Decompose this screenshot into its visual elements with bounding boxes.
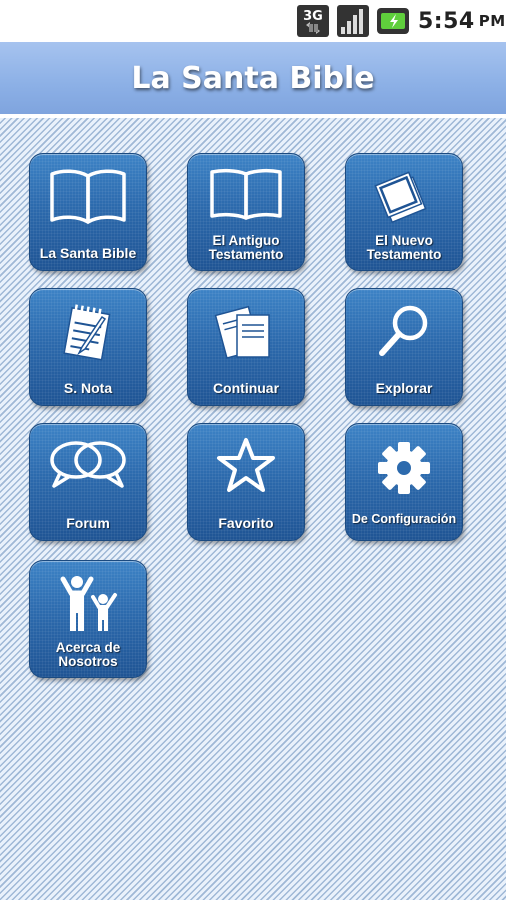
menu-label-line2: Nosotros bbox=[58, 654, 118, 669]
status-bar: 3G 5:54 PM bbox=[0, 0, 506, 42]
clock-time: 5:54 bbox=[418, 8, 475, 34]
title-bar: La Santa Bible bbox=[0, 42, 506, 118]
menu-label: Continuar bbox=[212, 380, 280, 396]
menu-explorar-button[interactable]: Explorar bbox=[345, 288, 463, 406]
search-icon bbox=[346, 301, 462, 367]
people-icon bbox=[30, 573, 146, 639]
menu-label-line2: Testamento bbox=[208, 247, 284, 262]
signal-icon bbox=[336, 0, 370, 42]
menu-label: Favorito bbox=[218, 515, 274, 531]
menu-label: Explorar bbox=[375, 380, 433, 396]
menu-favorito-button[interactable]: Favorito bbox=[187, 423, 305, 541]
menu-label: S. Nota bbox=[63, 380, 113, 396]
stacked-books-icon bbox=[346, 166, 462, 232]
chat-bubbles-icon bbox=[30, 436, 146, 502]
open-book-icon bbox=[30, 166, 146, 232]
network-label: 3G bbox=[303, 9, 323, 24]
page-title: La Santa Bible bbox=[131, 60, 375, 96]
clock-ampm: PM bbox=[478, 12, 506, 30]
menu-la-santa-bible-button[interactable]: La Santa Bible bbox=[29, 153, 147, 271]
menu-label: Acerca de Nosotros bbox=[32, 641, 144, 669]
gear-icon bbox=[346, 436, 462, 502]
menu-s-nota-button[interactable]: S. Nota bbox=[29, 288, 147, 406]
clock: 5:54 PM bbox=[418, 0, 506, 42]
battery-icon bbox=[376, 0, 412, 42]
3g-icon: 3G bbox=[296, 0, 330, 42]
documents-icon bbox=[188, 301, 304, 367]
menu-acerca-button[interactable]: Acerca de Nosotros bbox=[29, 560, 147, 678]
menu-label: La Santa Bible bbox=[39, 245, 137, 261]
menu-configuracion-button[interactable]: De Configuración bbox=[345, 423, 463, 541]
menu-antiguo-testamento-button[interactable]: El Antiguo Testamento bbox=[187, 153, 305, 271]
menu-label-line1: Acerca de bbox=[55, 640, 121, 655]
menu-label: El Antiguo Testamento bbox=[190, 234, 302, 262]
notepad-icon bbox=[30, 301, 146, 367]
book-outline-icon bbox=[188, 166, 304, 232]
menu-label: De Configuración bbox=[351, 512, 457, 526]
menu-label: Forum bbox=[66, 515, 110, 531]
menu-label-line1: El Nuevo bbox=[375, 233, 433, 248]
menu-label-line2: Testamento bbox=[366, 247, 442, 262]
menu-forum-button[interactable]: Forum bbox=[29, 423, 147, 541]
menu-continuar-button[interactable]: Continuar bbox=[187, 288, 305, 406]
menu-grid: La Santa Bible El Antiguo Testamento El … bbox=[0, 118, 506, 900]
star-icon bbox=[188, 436, 304, 502]
menu-label-line1: El Antiguo bbox=[212, 233, 280, 248]
menu-label: El Nuevo Testamento bbox=[348, 234, 460, 262]
menu-nuevo-testamento-button[interactable]: El Nuevo Testamento bbox=[345, 153, 463, 271]
